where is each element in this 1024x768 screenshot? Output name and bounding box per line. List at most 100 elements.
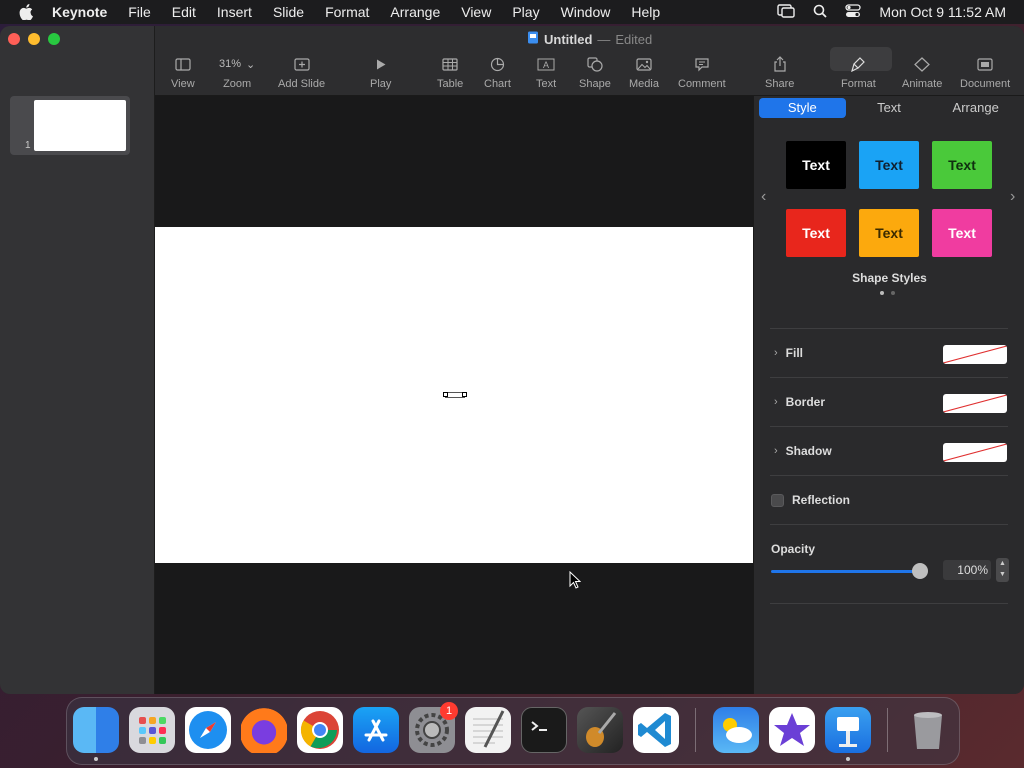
shape-button[interactable]: Shape: [579, 54, 611, 90]
slide[interactable]: [155, 227, 753, 563]
shape-style-swatch[interactable]: Text: [859, 209, 919, 257]
menu-window[interactable]: Window: [561, 4, 611, 20]
format-inspector: Style Text Arrange ‹ › Text Text Text Te…: [753, 96, 1024, 694]
close-button[interactable]: [8, 33, 20, 45]
comment-button[interactable]: Comment: [678, 54, 726, 90]
slide-navigator: 1: [0, 26, 155, 694]
trash-icon[interactable]: [905, 707, 951, 753]
divider: [770, 426, 1008, 427]
zoom-control[interactable]: 31% ⌄ Zoom: [219, 54, 255, 90]
fill-disclosure[interactable]: › Fill: [774, 346, 803, 360]
chevron-right-icon[interactable]: ›: [1010, 188, 1015, 206]
mouse-cursor-icon: [569, 570, 582, 594]
view-icon: [175, 54, 191, 74]
tab-arrange[interactable]: Arrange: [932, 98, 1019, 118]
chrome-icon[interactable]: [297, 707, 343, 753]
shape-style-swatch[interactable]: Text: [932, 141, 992, 189]
text-button[interactable]: A Text: [536, 54, 556, 90]
chevron-up-icon[interactable]: ▲: [999, 560, 1006, 567]
shape-style-swatch[interactable]: Text: [932, 209, 992, 257]
menu-view[interactable]: View: [461, 4, 491, 20]
minimize-button[interactable]: [28, 33, 40, 45]
menu-insert[interactable]: Insert: [217, 4, 252, 20]
comment-label: Comment: [678, 78, 726, 90]
tab-text[interactable]: Text: [846, 98, 933, 118]
page-dot-active[interactable]: [880, 291, 884, 295]
control-center-icon[interactable]: [845, 3, 862, 21]
firefox-icon[interactable]: [241, 707, 287, 753]
document-status: Edited: [615, 31, 653, 47]
shape-style-swatch[interactable]: Text: [786, 209, 846, 257]
menu-slide[interactable]: Slide: [273, 4, 304, 20]
fill-color-well[interactable]: [943, 345, 1007, 364]
textedit-icon[interactable]: [465, 707, 511, 753]
slide-canvas[interactable]: [155, 96, 753, 694]
slide-thumbnail-selected[interactable]: 1: [10, 96, 130, 155]
menubar-clock[interactable]: Mon Oct 9 11:52 AM: [879, 4, 1006, 20]
format-button[interactable]: Format: [841, 54, 876, 90]
chevron-left-icon[interactable]: ‹: [761, 188, 766, 206]
share-icon: [773, 54, 787, 74]
reflection-checkbox[interactable]: [771, 493, 784, 507]
apple-menu-icon[interactable]: [18, 4, 34, 20]
opacity-slider-knob[interactable]: [912, 563, 928, 579]
zoom-button[interactable]: [48, 33, 60, 45]
shadow-disclosure[interactable]: › Shadow: [774, 444, 832, 458]
add-slide-icon: [293, 54, 310, 74]
terminal-icon[interactable]: [521, 707, 567, 753]
opacity-stepper[interactable]: ▲ ▼: [996, 558, 1009, 582]
shape-style-swatch[interactable]: Text: [859, 141, 919, 189]
opacity-field[interactable]: 100%: [943, 560, 991, 580]
garageband-icon[interactable]: [577, 707, 623, 753]
toolbar: Untitled — Edited View 31% ⌄ Zoom Add Sli…: [155, 26, 1024, 96]
shape-style-swatch[interactable]: Text: [786, 141, 846, 189]
app-store-icon[interactable]: [353, 707, 399, 753]
resize-handle-left[interactable]: [443, 392, 448, 397]
reflection-row[interactable]: Reflection: [771, 493, 850, 507]
menu-help[interactable]: Help: [631, 4, 660, 20]
menu-edit[interactable]: Edit: [172, 4, 196, 20]
chevron-down-icon[interactable]: ▼: [999, 571, 1006, 578]
page-dots[interactable]: [880, 291, 895, 295]
menu-play[interactable]: Play: [512, 4, 539, 20]
keynote-icon[interactable]: [825, 707, 871, 753]
menu-keynote[interactable]: Keynote: [52, 4, 107, 20]
spotlight-search-icon[interactable]: [813, 4, 828, 21]
menu-arrange[interactable]: Arrange: [390, 4, 440, 20]
screen-mirroring-icon[interactable]: [777, 3, 796, 21]
table-button[interactable]: Table: [437, 54, 463, 90]
weather-icon[interactable]: [713, 707, 759, 753]
share-button[interactable]: Share: [765, 54, 794, 90]
shape-styles-label: Shape Styles: [852, 271, 927, 285]
running-indicator: [846, 757, 850, 761]
add-slide-button[interactable]: Add Slide: [278, 54, 325, 90]
page-dot[interactable]: [891, 291, 895, 295]
play-button[interactable]: Play: [370, 54, 391, 90]
zoom-dropdown[interactable]: 31% ⌄: [219, 54, 255, 74]
document-title[interactable]: Untitled — Edited: [527, 31, 652, 47]
selected-text-box[interactable]: [443, 392, 467, 398]
media-photo-icon: [636, 54, 652, 74]
slide-thumbnail-image[interactable]: [34, 100, 126, 151]
comment-icon: [694, 54, 710, 74]
view-button[interactable]: View: [171, 54, 195, 90]
launchpad-icon[interactable]: [129, 707, 175, 753]
text-label: Text: [536, 78, 557, 90]
finder-icon[interactable]: [73, 707, 119, 753]
safari-icon[interactable]: [185, 707, 231, 753]
menu-file[interactable]: File: [128, 4, 151, 20]
border-disclosure[interactable]: › Border: [774, 395, 825, 409]
document-button[interactable]: Document: [960, 54, 1010, 90]
chart-button[interactable]: Chart: [484, 54, 511, 90]
resize-handle-right[interactable]: [462, 392, 467, 397]
shadow-color-well[interactable]: [943, 443, 1007, 462]
vscode-icon[interactable]: [633, 707, 679, 753]
animate-label: Animate: [902, 78, 943, 90]
tab-style[interactable]: Style: [759, 98, 846, 118]
menu-format[interactable]: Format: [325, 4, 369, 20]
animate-button[interactable]: Animate: [902, 54, 942, 90]
opacity-slider-track[interactable]: [771, 570, 921, 573]
border-color-well[interactable]: [943, 394, 1007, 413]
imovie-icon[interactable]: [769, 707, 815, 753]
media-button[interactable]: Media: [629, 54, 659, 90]
